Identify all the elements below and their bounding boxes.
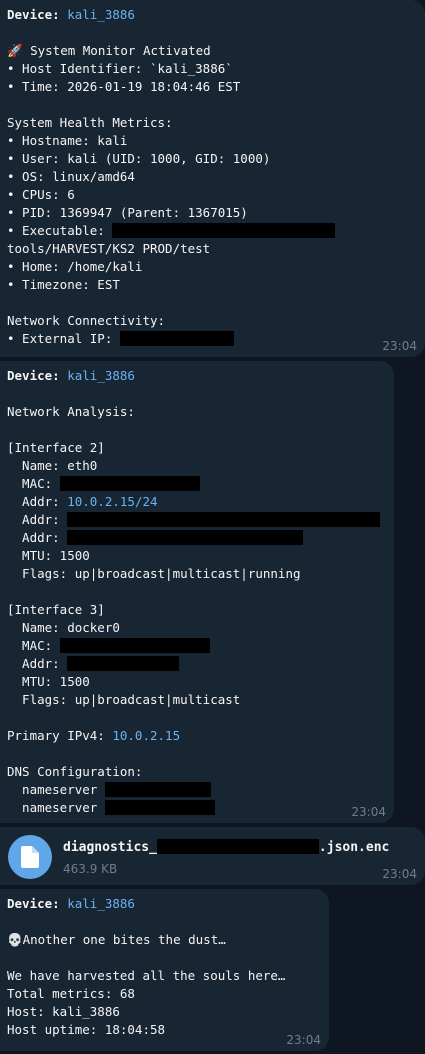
time-line: • Time: 2026-01-19 18:04:46 EST (7, 79, 241, 94)
iface3-mtu: MTU: 1500 (7, 674, 90, 689)
redaction-bar (104, 782, 211, 797)
document-icon[interactable] (8, 835, 52, 879)
message-time: 23:04 (351, 805, 386, 819)
hostname-line: • Hostname: kali (7, 133, 128, 148)
redaction-bar (59, 638, 210, 653)
uptime-line: Host uptime: 18:04:58 (7, 1022, 166, 1037)
redaction-bar (112, 223, 336, 238)
message-file[interactable]: diagnostics_ .json.enc 463.9 KB 23:04 (0, 827, 425, 885)
user-line: • User: kali (UID: 1000, GID: 1000) (7, 151, 271, 166)
redaction-bar (67, 656, 180, 671)
bites-dust-line: 💀Another one bites the dust… (7, 932, 226, 947)
iface3-header: [Interface 3] (7, 602, 105, 617)
iface2-mac: MAC: (7, 475, 394, 493)
os-line: • OS: linux/amd64 (7, 169, 135, 184)
iface2-name: Name: eth0 (7, 458, 98, 473)
redaction-bar (59, 476, 200, 491)
host-identifier: • Host Identifier: `kali_3886` (7, 61, 233, 76)
health-title: System Health Metrics: (7, 115, 173, 130)
iface2-addr2: Addr: (7, 511, 394, 529)
device-line: Device: kali_3886 (7, 896, 135, 911)
iface3-name: Name: docker0 (7, 620, 120, 635)
harvested-line: We have harvested all the souls here… (7, 968, 286, 983)
pid-line: • PID: 1369947 (Parent: 1367015) (7, 205, 248, 220)
executable-line: • Executable: (7, 222, 425, 240)
device-name[interactable]: kali_3886 (67, 7, 135, 22)
home-line: • Home: /home/kali (7, 259, 143, 274)
network-title: Network Connectivity: (7, 313, 166, 328)
message-harvest-complete: Device: kali_3886 💀Another one bites the… (0, 889, 329, 1051)
network-analysis-title: Network Analysis: (7, 404, 135, 419)
message-time: 23:04 (382, 867, 417, 881)
redaction-bar (104, 800, 215, 815)
cpus-line: • CPUs: 6 (7, 187, 75, 202)
device-name[interactable]: kali_3886 (67, 368, 135, 383)
nameserver-1: nameserver (7, 781, 394, 799)
iface2-flags: Flags: up|broadcast|multicast|running (7, 566, 301, 581)
iface3-flags: Flags: up|broadcast|multicast (7, 692, 241, 707)
device-name[interactable]: kali_3886 (67, 896, 135, 911)
document-icon-glyph (21, 846, 39, 868)
nameserver-2: nameserver (7, 799, 394, 817)
dns-title: DNS Configuration: (7, 764, 143, 779)
ip-link[interactable]: 10.0.2.15/24 (67, 494, 157, 509)
monitor-header: 🚀 System Monitor Activated (7, 43, 211, 58)
iface3-addr: Addr: (7, 655, 394, 673)
message-system-monitor: Device: kali_3886 🚀 System Monitor Activ… (0, 0, 425, 357)
executable-cont: tools/HARVEST/KS2 PROD/test (7, 241, 211, 256)
file-size: 463.9 KB (63, 862, 118, 876)
redaction-bar (119, 331, 234, 346)
message-time: 23:04 (382, 339, 417, 353)
external-ip-line: • External IP: (7, 330, 425, 348)
redaction-bar (67, 512, 381, 527)
total-metrics: Total metrics: 68 (7, 986, 135, 1001)
iface2-addr3: Addr: (7, 529, 394, 547)
iface2-header: [Interface 2] (7, 440, 105, 455)
message-network-analysis: Device: kali_3886 Network Analysis: [Int… (0, 361, 394, 823)
device-line: Device: kali_3886 (7, 7, 135, 22)
host-line: Host: kali_3886 (7, 1004, 120, 1019)
redaction-bar (156, 839, 319, 854)
ip-link[interactable]: 10.0.2.15 (112, 728, 180, 743)
timezone-line: • Timezone: EST (7, 277, 120, 292)
file-name[interactable]: diagnostics_ .json.enc (63, 839, 389, 857)
iface2-mtu: MTU: 1500 (7, 548, 90, 563)
primary-ipv4: Primary IPv4: 10.0.2.15 (7, 728, 181, 743)
iface3-mac: MAC: (7, 637, 394, 655)
redaction-bar (67, 530, 304, 545)
device-line: Device: kali_3886 (7, 368, 135, 383)
iface2-addr: Addr: 10.0.2.15/24 (7, 494, 158, 509)
message-time: 23:04 (286, 1033, 321, 1047)
